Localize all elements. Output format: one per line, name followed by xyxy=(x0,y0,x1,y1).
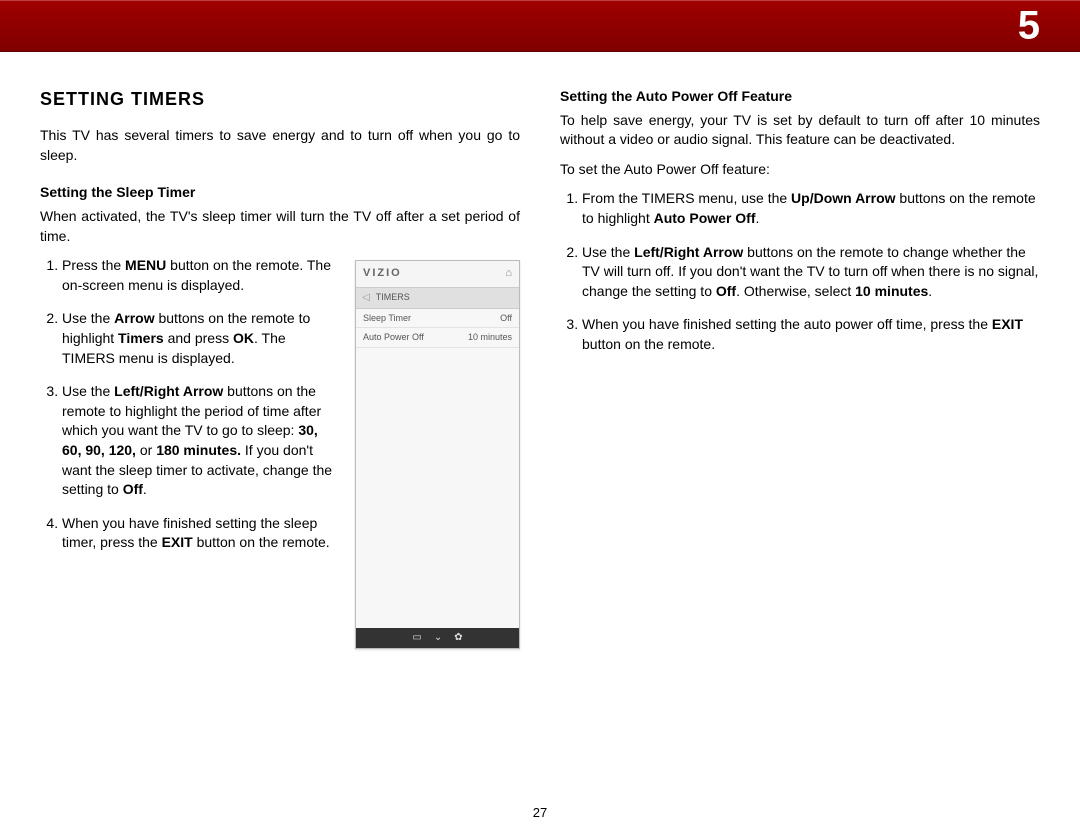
vizio-logo: VIZIO xyxy=(363,266,402,281)
step-item: Use the Left/Right Arrow buttons on the … xyxy=(62,382,341,500)
chapter-number: 5 xyxy=(1018,3,1040,48)
menu-header: VIZIO ⌂ xyxy=(356,261,519,287)
menu-row-label: Auto Power Off xyxy=(363,331,424,344)
step-item: When you have finished setting the auto … xyxy=(582,315,1040,354)
home-icon: ⌂ xyxy=(505,266,512,281)
menu-row-auto-power-off: Auto Power Off 10 minutes xyxy=(356,328,519,348)
left-column: SETTING TIMERS This TV has several timer… xyxy=(40,87,520,649)
chapter-header: 5 xyxy=(0,0,1080,52)
menu-row-label: Sleep Timer xyxy=(363,312,411,325)
sleep-timer-steps: Press the MENU button on the remote. The… xyxy=(40,256,341,553)
back-arrow-icon: ◁ xyxy=(362,291,370,305)
wide-icon: ▭ xyxy=(412,631,421,645)
timers-menu-figure: VIZIO ⌂ ◁ TIMERS Sleep Timer Off Auto Po… xyxy=(355,260,520,649)
page-number: 27 xyxy=(533,805,547,820)
step-item: Press the MENU button on the remote. The… xyxy=(62,256,341,295)
section-title: SETTING TIMERS xyxy=(40,87,520,112)
sleep-timer-heading: Setting the Sleep Timer xyxy=(40,183,520,203)
intro-text: This TV has several timers to save energ… xyxy=(40,126,520,165)
auto-power-off-intro: To help save energy, your TV is set by d… xyxy=(560,111,1040,150)
menu-crumb-label: TIMERS xyxy=(376,291,410,304)
gear-icon: ✿ xyxy=(454,631,462,645)
menu-breadcrumb: ◁ TIMERS xyxy=(356,288,519,309)
menu-row-value: Off xyxy=(500,312,512,325)
step-item: Use the Left/Right Arrow buttons on the … xyxy=(582,243,1040,302)
chevron-down-icon: ⌄ xyxy=(434,631,442,645)
page-content: SETTING TIMERS This TV has several timer… xyxy=(0,52,1080,669)
menu-footer: ▭ ⌄ ✿ xyxy=(356,628,519,648)
right-column: Setting the Auto Power Off Feature To he… xyxy=(560,87,1040,649)
step-item: Use the Arrow buttons on the remote to h… xyxy=(62,309,341,368)
menu-body-space xyxy=(356,348,519,628)
step-item: From the TIMERS menu, use the Up/Down Ar… xyxy=(582,189,1040,228)
auto-power-off-lead: To set the Auto Power Off feature: xyxy=(560,160,1040,180)
menu-row-value: 10 minutes xyxy=(468,331,512,344)
step-item: When you have finished setting the sleep… xyxy=(62,514,341,553)
sleep-timer-intro: When activated, the TV's sleep timer wil… xyxy=(40,207,520,246)
menu-row-sleep-timer: Sleep Timer Off xyxy=(356,309,519,329)
auto-power-off-steps: From the TIMERS menu, use the Up/Down Ar… xyxy=(560,189,1040,354)
auto-power-off-heading: Setting the Auto Power Off Feature xyxy=(560,87,1040,107)
